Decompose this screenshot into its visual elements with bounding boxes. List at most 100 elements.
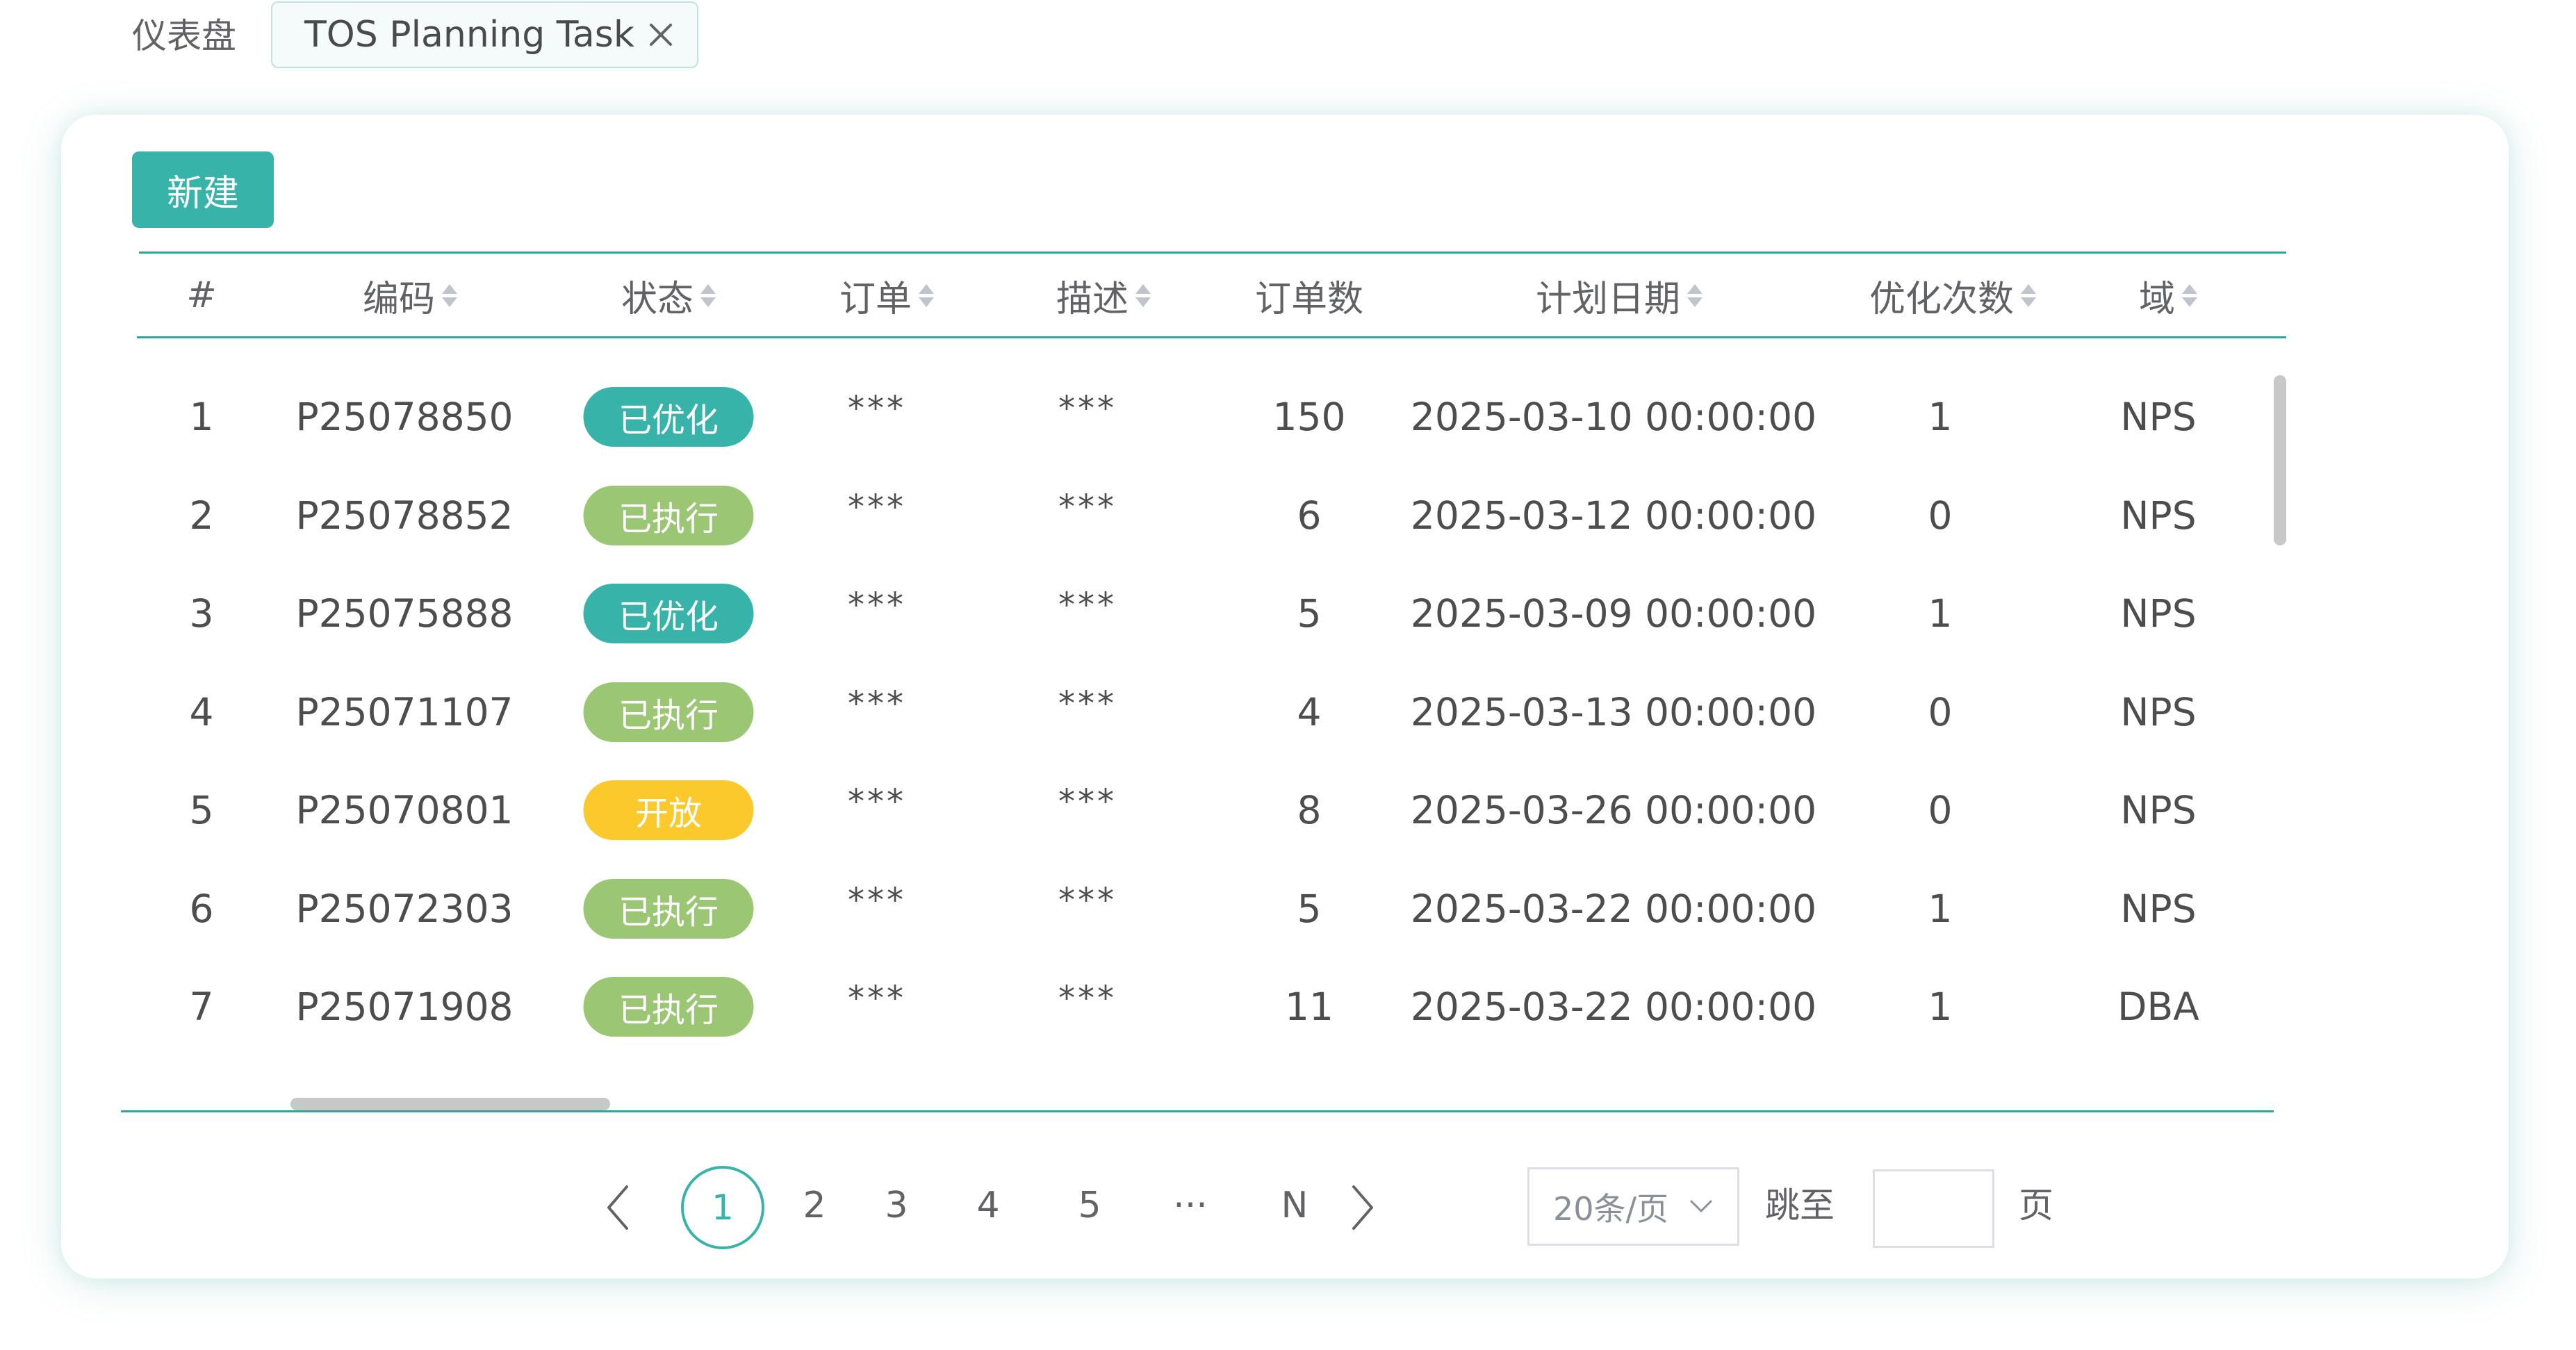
col-header-domain[interactable]: 域 xyxy=(2138,271,2198,320)
cell-opt-count: 1 xyxy=(1928,591,1953,636)
sort-icon[interactable] xyxy=(700,283,716,307)
cell-code: P25075888 xyxy=(295,591,514,636)
table-header-bottom-border xyxy=(137,336,2286,338)
cell-code: P25078850 xyxy=(295,395,514,439)
cell-desc: *** xyxy=(1058,586,1117,625)
cell-order: *** xyxy=(848,389,906,428)
cell-opt-count: 0 xyxy=(1928,493,1953,538)
tab-tos-planning-task[interactable]: TOS Planning Task xyxy=(271,1,698,68)
status-badge: 已执行 xyxy=(583,682,754,742)
cell-index: 1 xyxy=(189,395,214,439)
chevron-down-icon xyxy=(1690,1200,1712,1212)
cell-code: P25078852 xyxy=(295,493,514,538)
col-header-status[interactable]: 状态 xyxy=(621,271,716,320)
status-badge: 已执行 xyxy=(583,878,754,939)
col-header-desc[interactable]: 描述 xyxy=(1056,271,1151,320)
cell-plan-date: 2025-03-22 00:00:00 xyxy=(1410,985,1817,1029)
page-button-3[interactable]: 3 xyxy=(885,1181,908,1230)
cell-order-count: 5 xyxy=(1297,591,1322,636)
cell-opt-count: 1 xyxy=(1928,886,1953,931)
cell-code: P25072303 xyxy=(295,886,514,931)
col-header-label: 订单 xyxy=(839,278,912,320)
page-button-current[interactable]: 1 xyxy=(681,1166,764,1249)
cell-plan-date: 2025-03-13 00:00:00 xyxy=(1410,689,1817,734)
new-button[interactable]: 新建 xyxy=(132,151,274,228)
cell-index: 5 xyxy=(189,788,214,832)
cell-code: P25071908 xyxy=(295,985,514,1029)
page-button-last[interactable]: N xyxy=(1281,1181,1308,1230)
col-header-label: 描述 xyxy=(1056,278,1129,320)
cell-order-count: 8 xyxy=(1297,788,1322,832)
status-badge: 已优化 xyxy=(583,584,754,643)
page-size-value: 20条/页 xyxy=(1553,1190,1669,1228)
cell-opt-count: 0 xyxy=(1928,689,1953,734)
cell-domain: NPS xyxy=(2120,886,2197,931)
col-header-label: 域 xyxy=(2138,278,2176,320)
page-ellipsis[interactable]: ··· xyxy=(1173,1181,1208,1230)
jump-page-input[interactable] xyxy=(1873,1169,1994,1248)
status-badge: 已执行 xyxy=(583,485,754,545)
cell-index: 4 xyxy=(189,689,214,734)
cell-plan-date: 2025-03-09 00:00:00 xyxy=(1410,591,1817,636)
cell-desc: *** xyxy=(1058,979,1117,1018)
page-button-2[interactable]: 2 xyxy=(803,1181,826,1230)
cell-order: *** xyxy=(848,782,906,821)
cell-desc: *** xyxy=(1058,389,1117,428)
cell-opt-count: 1 xyxy=(1928,395,1953,439)
cell-domain: NPS xyxy=(2120,788,2197,832)
close-icon[interactable] xyxy=(644,18,678,51)
cell-order: *** xyxy=(848,880,906,920)
col-header-code[interactable]: 编码 xyxy=(363,271,458,320)
page-button-4[interactable]: 4 xyxy=(976,1181,999,1230)
prev-page-icon[interactable] xyxy=(599,1181,641,1234)
page-button-5[interactable]: 5 xyxy=(1078,1181,1101,1230)
cell-plan-date: 2025-03-12 00:00:00 xyxy=(1410,493,1817,538)
cell-plan-date: 2025-03-10 00:00:00 xyxy=(1410,395,1817,439)
breadcrumb[interactable]: 仪表盘 xyxy=(132,15,236,57)
cell-index: 3 xyxy=(189,591,214,636)
col-header-plan-date[interactable]: 计划日期 xyxy=(1536,271,1703,320)
cell-index: 7 xyxy=(189,985,214,1029)
cell-domain: NPS xyxy=(2120,591,2197,636)
col-header-index: # xyxy=(186,271,217,320)
cell-index: 6 xyxy=(189,886,214,931)
cell-domain: DBA xyxy=(2117,985,2199,1029)
cell-plan-date: 2025-03-26 00:00:00 xyxy=(1410,788,1817,832)
cell-order: *** xyxy=(848,586,906,625)
cell-order-count: 4 xyxy=(1297,689,1322,734)
next-page-icon[interactable] xyxy=(1340,1181,1381,1234)
page-suffix-label: 页 xyxy=(2019,1185,2053,1226)
col-header-opt-count[interactable]: 优化次数 xyxy=(1869,271,2037,320)
col-header-order[interactable]: 订单 xyxy=(839,271,935,320)
cell-order-count: 6 xyxy=(1297,493,1322,538)
col-header-label: 状态 xyxy=(621,278,694,320)
sort-icon[interactable] xyxy=(1687,283,1703,307)
cell-code: P25070801 xyxy=(295,788,514,832)
sort-icon[interactable] xyxy=(919,283,935,307)
col-header-order-count: 订单数 xyxy=(1255,271,1363,320)
cell-desc: *** xyxy=(1058,782,1117,821)
cell-order: *** xyxy=(848,979,906,1018)
horizontal-scrollbar[interactable] xyxy=(290,1098,610,1110)
status-badge: 开放 xyxy=(583,780,754,840)
cell-domain: NPS xyxy=(2120,493,2197,538)
cell-plan-date: 2025-03-22 00:00:00 xyxy=(1410,886,1817,931)
jump-label: 跳至 xyxy=(1765,1185,1835,1226)
col-header-label: 计划日期 xyxy=(1535,278,1681,320)
sort-icon[interactable] xyxy=(442,283,458,307)
sort-icon[interactable] xyxy=(1135,283,1151,307)
col-header-label: 优化次数 xyxy=(1869,278,2015,320)
status-badge: 已优化 xyxy=(583,387,754,447)
col-header-label: # xyxy=(186,274,217,316)
sort-icon[interactable] xyxy=(2021,283,2037,307)
cell-order-count: 150 xyxy=(1272,395,1346,439)
sort-icon[interactable] xyxy=(2182,283,2198,307)
page-size-select[interactable]: 20条/页 xyxy=(1527,1167,1739,1246)
cell-desc: *** xyxy=(1058,684,1117,723)
cell-index: 2 xyxy=(189,493,214,538)
table-bottom-border xyxy=(121,1110,2274,1112)
cell-order: *** xyxy=(848,684,906,723)
status-badge: 已执行 xyxy=(583,977,754,1037)
col-header-label: 订单数 xyxy=(1254,278,1364,320)
vertical-scrollbar[interactable] xyxy=(2274,375,2286,545)
